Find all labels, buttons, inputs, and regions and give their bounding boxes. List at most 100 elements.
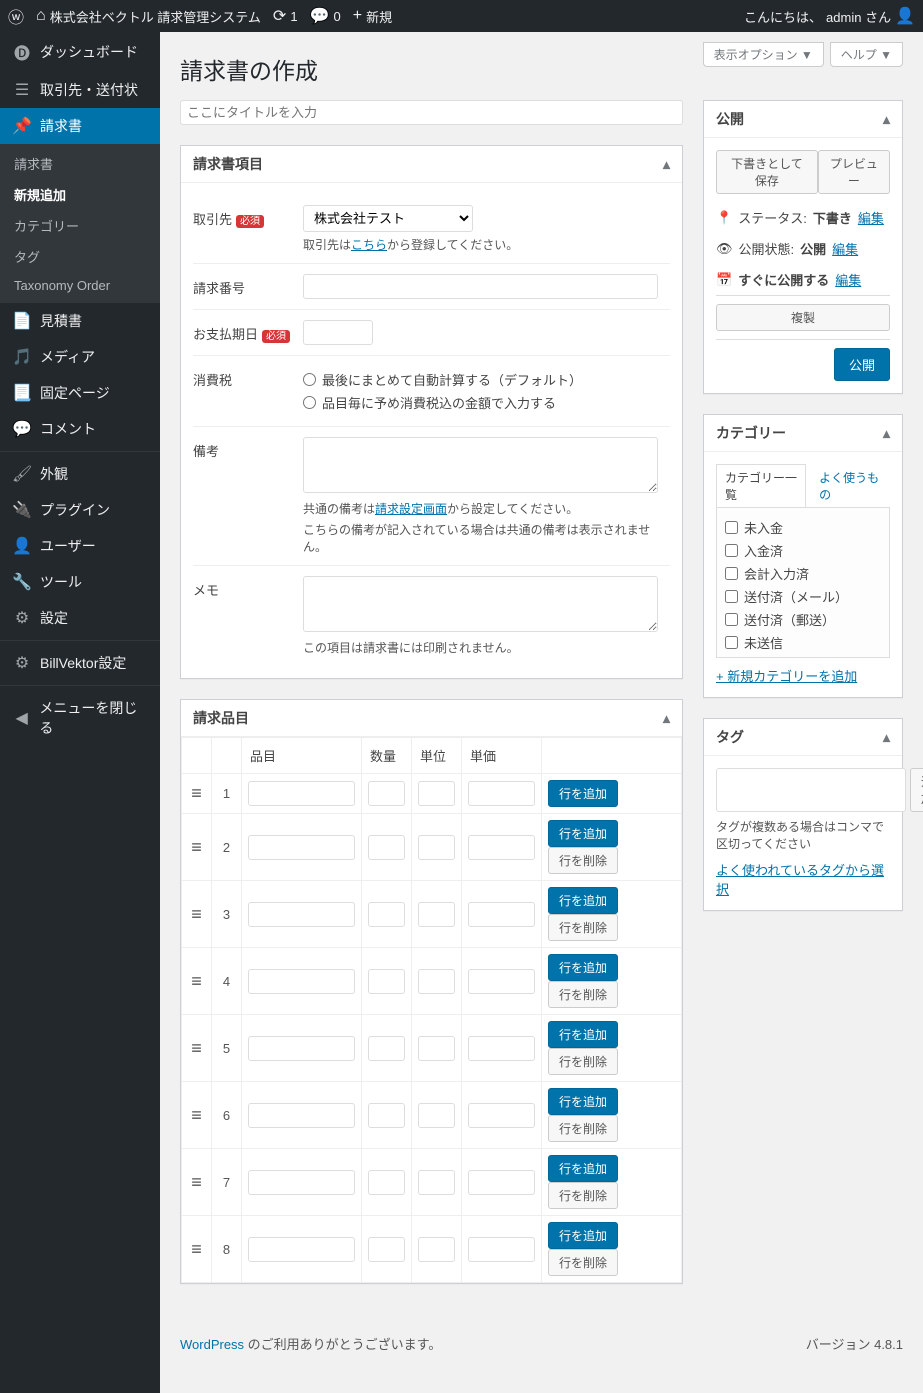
client-select[interactable]: 株式会社テスト <box>303 205 473 232</box>
category-checkbox[interactable] <box>725 636 738 649</box>
toggle-icon[interactable]: ▴ <box>883 729 890 746</box>
price-input[interactable] <box>468 1237 535 1262</box>
wp-logo[interactable]: ⓦ <box>8 4 24 28</box>
menu-tools[interactable]: 🔧ツール <box>0 564 160 600</box>
client-register-link[interactable]: こちら <box>351 238 387 252</box>
drag-handle-icon[interactable]: ≡ <box>182 1149 212 1216</box>
add-tag-button[interactable]: 追加 <box>910 768 923 812</box>
item-input[interactable] <box>248 1237 355 1262</box>
comments-link[interactable]: 💬 0 <box>310 6 341 26</box>
price-input[interactable] <box>468 1170 535 1195</box>
edit-visibility-link[interactable]: 編集 <box>832 239 858 258</box>
preview-button[interactable]: プレビュー <box>818 150 890 194</box>
category-item[interactable]: 入金済 <box>725 539 881 562</box>
add-row-button[interactable]: 行を追加 <box>548 1155 618 1182</box>
price-input[interactable] <box>468 902 535 927</box>
menu-clients[interactable]: ☰取引先・送付状 <box>0 72 160 108</box>
publish-button[interactable]: 公開 <box>834 348 890 381</box>
unit-input[interactable] <box>418 902 455 927</box>
menu-comments[interactable]: 💬コメント <box>0 411 160 447</box>
category-checkbox[interactable] <box>725 567 738 580</box>
unit-input[interactable] <box>418 969 455 994</box>
item-input[interactable] <box>248 902 355 927</box>
tax-radio-auto[interactable] <box>303 373 316 386</box>
menu-appearance[interactable]: 🖌外観 <box>0 456 160 492</box>
unit-input[interactable] <box>418 781 455 806</box>
remarks-textarea[interactable] <box>303 437 658 493</box>
tag-cloud-link[interactable]: よく使われているタグから選択 <box>716 860 890 898</box>
qty-input[interactable] <box>368 969 405 994</box>
drag-handle-icon[interactable]: ≡ <box>182 1082 212 1149</box>
tag-input[interactable] <box>716 768 906 812</box>
tab-all-categories[interactable]: カテゴリー一覧 <box>716 464 806 507</box>
unit-input[interactable] <box>418 1237 455 1262</box>
price-input[interactable] <box>468 1036 535 1061</box>
unit-input[interactable] <box>418 835 455 860</box>
category-checkbox[interactable] <box>725 544 738 557</box>
submenu-cat[interactable]: カテゴリー <box>0 210 160 241</box>
add-row-button[interactable]: 行を追加 <box>548 954 618 981</box>
menu-settings[interactable]: ⚙設定 <box>0 600 160 636</box>
category-item[interactable]: 未送信 <box>725 631 881 654</box>
updates-link[interactable]: ⟳ 1 <box>273 6 298 26</box>
item-input[interactable] <box>248 1170 355 1195</box>
delete-row-button[interactable]: 行を削除 <box>548 1249 618 1276</box>
delete-row-button[interactable]: 行を削除 <box>548 981 618 1008</box>
item-input[interactable] <box>248 1103 355 1128</box>
wordpress-link[interactable]: WordPress <box>180 1337 244 1352</box>
add-row-button[interactable]: 行を追加 <box>548 780 618 807</box>
add-row-button[interactable]: 行を追加 <box>548 1222 618 1249</box>
item-input[interactable] <box>248 969 355 994</box>
price-input[interactable] <box>468 1103 535 1128</box>
toggle-icon[interactable]: ▴ <box>663 710 670 727</box>
delete-row-button[interactable]: 行を削除 <box>548 1115 618 1142</box>
menu-users[interactable]: 👤ユーザー <box>0 528 160 564</box>
submenu-tag[interactable]: タグ <box>0 241 160 272</box>
menu-plugins[interactable]: 🔌プラグイン <box>0 492 160 528</box>
edit-schedule-link[interactable]: 編集 <box>835 270 861 289</box>
category-item[interactable]: 未入金 <box>725 516 881 539</box>
delete-row-button[interactable]: 行を削除 <box>548 847 618 874</box>
menu-dashboard[interactable]: 🅓ダッシュボード <box>0 32 160 72</box>
drag-handle-icon[interactable]: ≡ <box>182 774 212 814</box>
add-row-button[interactable]: 行を追加 <box>548 820 618 847</box>
add-row-button[interactable]: 行を追加 <box>548 1088 618 1115</box>
submenu-tax[interactable]: Taxonomy Order <box>0 272 160 299</box>
price-input[interactable] <box>468 969 535 994</box>
delete-row-button[interactable]: 行を削除 <box>548 1182 618 1209</box>
delete-row-button[interactable]: 行を削除 <box>548 1048 618 1075</box>
qty-input[interactable] <box>368 1170 405 1195</box>
tax-radio-incl[interactable] <box>303 396 316 409</box>
profile-link[interactable]: こんにちは、admin さん 👤 <box>744 6 915 26</box>
menu-estimates[interactable]: 📄見積書 <box>0 303 160 339</box>
price-input[interactable] <box>468 781 535 806</box>
submenu-list[interactable]: 請求書 <box>0 148 160 179</box>
drag-handle-icon[interactable]: ≡ <box>182 948 212 1015</box>
save-draft-button[interactable]: 下書きとして保存 <box>716 150 818 194</box>
edit-status-link[interactable]: 編集 <box>858 208 884 227</box>
category-checkbox[interactable] <box>725 613 738 626</box>
invoice-settings-link[interactable]: 請求設定画面 <box>375 502 447 516</box>
memo-textarea[interactable] <box>303 576 658 632</box>
toggle-icon[interactable]: ▴ <box>663 156 670 173</box>
menu-media[interactable]: 🎵メディア <box>0 339 160 375</box>
qty-input[interactable] <box>368 1103 405 1128</box>
drag-handle-icon[interactable]: ≡ <box>182 1015 212 1082</box>
new-link[interactable]: + 新規 <box>353 7 392 26</box>
help-button[interactable]: ヘルプ ▼ <box>830 42 903 67</box>
add-row-button[interactable]: 行を追加 <box>548 887 618 914</box>
item-input[interactable] <box>248 835 355 860</box>
invoice-number-input[interactable] <box>303 274 658 299</box>
category-item[interactable]: 送信済 <box>725 654 881 658</box>
duplicate-button[interactable]: 複製 <box>716 304 890 331</box>
add-category-link[interactable]: + 新規カテゴリーを追加 <box>716 666 857 685</box>
due-date-input[interactable] <box>303 320 373 345</box>
drag-handle-icon[interactable]: ≡ <box>182 1216 212 1283</box>
qty-input[interactable] <box>368 1036 405 1061</box>
category-item[interactable]: 送付済（郵送） <box>725 608 881 631</box>
add-row-button[interactable]: 行を追加 <box>548 1021 618 1048</box>
qty-input[interactable] <box>368 835 405 860</box>
menu-billvektor[interactable]: ⚙BillVektor設定 <box>0 645 160 681</box>
qty-input[interactable] <box>368 781 405 806</box>
delete-row-button[interactable]: 行を削除 <box>548 914 618 941</box>
